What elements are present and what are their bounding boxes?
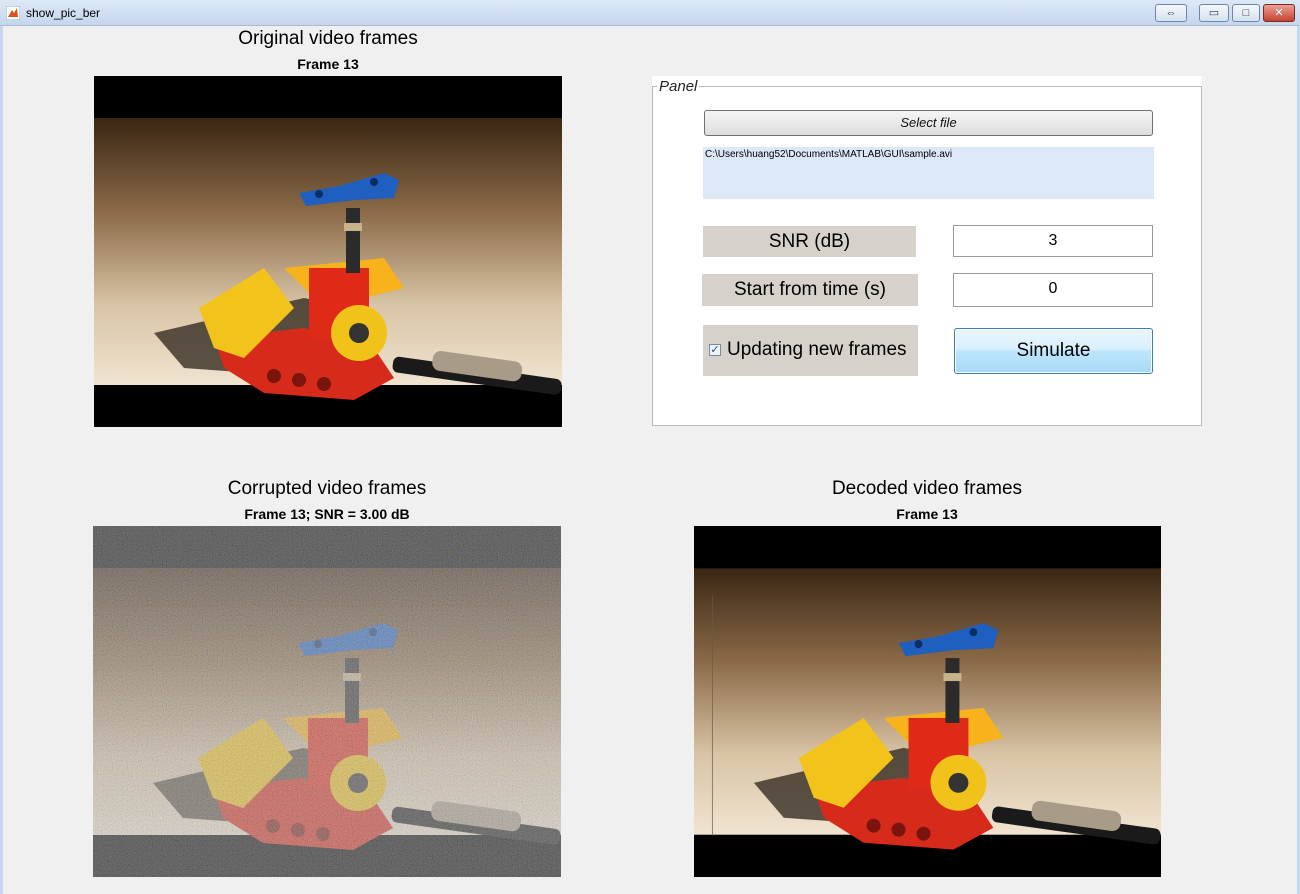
- decoded-frame-image: [694, 526, 1161, 877]
- window-titlebar: show_pic_ber ⇔ ▭ □ ✕: [0, 0, 1300, 26]
- checkbox-check-icon[interactable]: ✓: [709, 344, 721, 356]
- snr-input[interactable]: 3: [953, 225, 1153, 257]
- dock-button[interactable]: ⇔: [1155, 4, 1187, 22]
- corrupted-axes-subtitle: Frame 13; SNR = 3.00 dB: [244, 506, 410, 522]
- panel-legend: Panel: [657, 78, 700, 95]
- simulate-button[interactable]: Simulate: [954, 328, 1153, 374]
- snr-label: SNR (dB): [703, 226, 916, 257]
- minimize-icon: ▭: [1208, 7, 1220, 19]
- minimize-button[interactable]: ▭: [1199, 4, 1229, 22]
- corrupted-axes-title: Corrupted video frames: [227, 478, 427, 499]
- maximize-button[interactable]: □: [1232, 4, 1260, 22]
- corrupted-frame-image: [93, 526, 561, 877]
- maximize-icon: □: [1242, 7, 1250, 19]
- original-axes-subtitle: Frame 13: [297, 56, 359, 72]
- dock-icon: ⇔: [1165, 7, 1177, 19]
- window-border-left: [0, 26, 3, 894]
- start-time-label: Start from time (s): [702, 274, 918, 306]
- window-title: show_pic_ber: [26, 6, 101, 20]
- start-time-input[interactable]: 0: [953, 273, 1153, 307]
- panel-top-strip: [652, 76, 1202, 86]
- decoded-axes-subtitle: Frame 13: [896, 506, 958, 522]
- update-frames-label: Updating new frames: [727, 339, 907, 360]
- close-button[interactable]: ✕: [1263, 4, 1295, 22]
- decoded-axes-title: Decoded video frames: [831, 478, 1023, 499]
- original-axes-title: Original video frames: [238, 28, 418, 49]
- file-path-display: C:\Users\huang52\Documents\MATLAB\GUI\sa…: [703, 147, 1154, 199]
- update-frames-checkbox[interactable]: ✓ Updating new frames: [703, 325, 918, 376]
- matlab-icon: [6, 6, 20, 20]
- select-file-button[interactable]: Select file: [704, 110, 1153, 136]
- original-frame-image: [94, 76, 562, 427]
- close-icon: ✕: [1274, 7, 1284, 19]
